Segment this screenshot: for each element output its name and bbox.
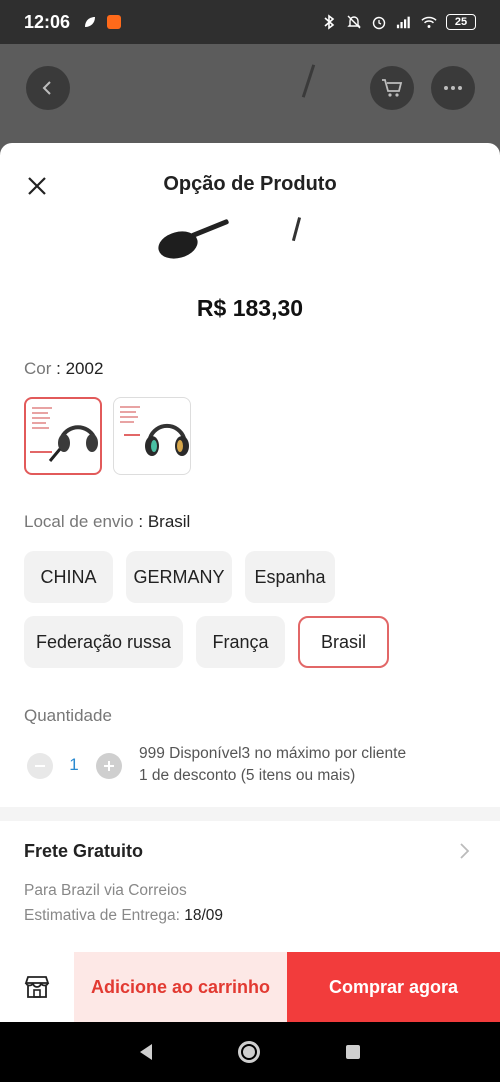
product-option-sheet: Opção de Produto R$ 183,30 Cor : 2002 Lo… bbox=[0, 143, 500, 1022]
delivery-estimate-date: 18/09 bbox=[184, 907, 224, 924]
bluetooth-icon bbox=[321, 14, 337, 30]
leaf-icon bbox=[82, 14, 98, 30]
battery-icon: 25 bbox=[446, 14, 476, 30]
signal-icon bbox=[396, 14, 412, 30]
ship-option-china[interactable]: CHINA bbox=[24, 551, 113, 603]
color-option-1[interactable] bbox=[24, 397, 102, 475]
quantity-value[interactable]: 1 bbox=[66, 755, 82, 775]
chevron-right-icon[interactable] bbox=[454, 841, 474, 861]
ship-from-separator: : bbox=[133, 512, 148, 531]
quantity-decrease-button[interactable] bbox=[27, 753, 53, 779]
buy-now-button[interactable]: Comprar agora bbox=[287, 952, 500, 1022]
color-option-2[interactable] bbox=[113, 397, 191, 475]
color-label: Cor bbox=[24, 359, 52, 378]
ship-option-brazil[interactable]: Brasil bbox=[298, 616, 389, 668]
store-icon bbox=[24, 976, 50, 998]
wifi-icon bbox=[421, 14, 437, 30]
add-to-cart-button[interactable]: Adicione ao carrinho bbox=[74, 952, 287, 1022]
ship-from-value: Brasil bbox=[147, 512, 191, 531]
quantity-label: Quantidade bbox=[24, 706, 112, 725]
sheet-title: Opção de Produto bbox=[163, 173, 337, 195]
shipping-title[interactable]: Frete Gratuito bbox=[24, 841, 143, 862]
delivery-estimate-label: Estimativa de Entrega: bbox=[24, 907, 185, 924]
quantity-stepper: 1 999 Disponível3 no máximo por cliente … bbox=[24, 743, 484, 793]
section-divider bbox=[0, 807, 500, 821]
delivery-estimate: Estimativa de Entrega: 18/09 bbox=[24, 907, 223, 925]
headset-thumbnail-2 bbox=[120, 406, 189, 456]
alarm-icon bbox=[371, 14, 387, 30]
product-price: R$ 183,30 bbox=[196, 295, 304, 321]
cart-icon bbox=[370, 66, 414, 110]
stock-info: 999 Disponível3 no máximo por cliente bbox=[139, 745, 407, 762]
background-product-fragment bbox=[301, 64, 316, 98]
action-bar: Adicione ao carrinho Comprar agora bbox=[0, 952, 500, 1022]
plus-icon bbox=[104, 761, 114, 771]
system-nav-bar bbox=[0, 1022, 500, 1082]
ship-option-russia[interactable]: Federação russa bbox=[24, 616, 183, 668]
ship-from-label: Local de envio bbox=[24, 512, 134, 531]
back-icon bbox=[26, 66, 70, 110]
background-page-overlay[interactable] bbox=[0, 44, 500, 154]
app-notification-icon bbox=[106, 14, 122, 30]
ship-option-spain[interactable]: Espanha bbox=[245, 551, 335, 603]
color-separator: : bbox=[51, 359, 66, 378]
nav-home-icon[interactable] bbox=[238, 1041, 260, 1063]
product-image bbox=[158, 217, 302, 259]
more-icon bbox=[431, 66, 475, 110]
color-value: 2002 bbox=[65, 359, 104, 378]
headset-thumbnail-1 bbox=[30, 407, 98, 462]
nav-back-icon[interactable] bbox=[140, 1044, 152, 1060]
mute-icon bbox=[346, 14, 362, 30]
nav-recents-icon[interactable] bbox=[346, 1045, 360, 1059]
status-time: 12:06 bbox=[24, 11, 71, 32]
shipping-via: Para Brazil via Correios bbox=[24, 882, 187, 899]
minus-icon bbox=[35, 765, 45, 767]
store-button[interactable] bbox=[0, 952, 74, 1022]
color-label-row: Cor : 2002 bbox=[24, 359, 103, 379]
ship-option-france[interactable]: França bbox=[196, 616, 285, 668]
quantity-increase-button[interactable] bbox=[96, 753, 122, 779]
status-bar: 12:06 25 bbox=[0, 0, 500, 44]
discount-info: 1 de desconto (5 itens ou mais) bbox=[139, 767, 356, 784]
quantity-info: 999 Disponível3 no máximo por cliente 1 … bbox=[139, 743, 406, 787]
ship-from-label-row: Local de envio : Brasil bbox=[24, 512, 190, 532]
ship-option-germany[interactable]: GERMANY bbox=[126, 551, 232, 603]
